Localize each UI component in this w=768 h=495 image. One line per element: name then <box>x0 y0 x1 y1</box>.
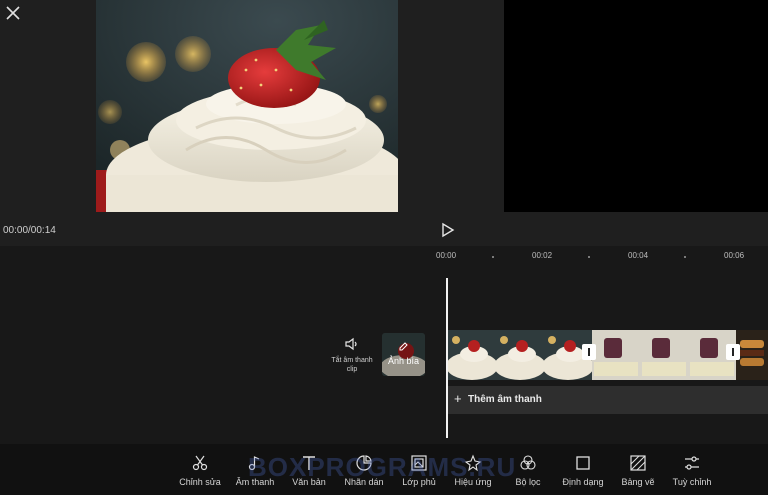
close-icon <box>6 6 20 20</box>
overlay-icon <box>411 455 427 471</box>
clip-frame <box>448 330 496 380</box>
close-button[interactable] <box>4 4 22 22</box>
bottom-toolbar: Chỉnh sửa Âm thanh Văn bản Nhãn dán Lớp … <box>0 444 768 495</box>
video-preview <box>96 0 398 212</box>
tool-label: Bảng vẽ <box>621 477 655 487</box>
sparkle-icon <box>464 454 482 472</box>
playhead[interactable] <box>446 278 448 438</box>
cover-label: Ảnh bìa <box>387 356 420 366</box>
edit-icon <box>399 342 408 351</box>
tool-text[interactable]: Văn bản <box>279 454 339 487</box>
tool-adjust[interactable]: Tuỳ chỉnh <box>662 454 722 487</box>
sticker-icon <box>356 455 372 471</box>
time-readout: 00:00/00:14 <box>3 225 56 236</box>
tool-filter[interactable]: Bộ lọc <box>498 454 558 487</box>
tool-label: Nhãn dán <box>344 477 384 487</box>
tool-effects[interactable]: Hiệu ứng <box>443 454 503 487</box>
tool-label: Văn bản <box>292 477 326 487</box>
cover-button[interactable]: Ảnh bìa <box>382 333 425 376</box>
tool-format[interactable]: Định dạng <box>553 454 613 487</box>
plus-icon: + <box>454 391 462 406</box>
clip-frame <box>640 330 688 380</box>
tool-label: Âm thanh <box>235 477 275 487</box>
tool-label: Chỉnh sửa <box>179 477 221 487</box>
tool-canvas[interactable]: Bảng vẽ <box>608 454 668 487</box>
cover-overlay <box>382 333 425 376</box>
clip-frame <box>736 330 768 380</box>
adjust-icon <box>685 456 699 470</box>
speaker-icon <box>345 337 357 351</box>
ruler-tick: 00:04 <box>628 251 649 260</box>
tool-label: Bộ lọc <box>515 477 541 487</box>
ruler-tick: 00:06 <box>724 251 745 260</box>
tool-sticker[interactable]: Nhãn dán <box>334 454 394 487</box>
format-icon <box>576 456 590 470</box>
mute-clip-button[interactable]: Tắt âm thanh clip <box>326 336 378 374</box>
transition-button[interactable] <box>582 344 596 360</box>
tool-audio[interactable]: Âm thanh <box>225 454 285 487</box>
add-audio-label: Thêm âm thanh <box>468 394 542 405</box>
tool-label: Lớp phủ <box>402 477 436 487</box>
video-clip-strip[interactable] <box>448 330 768 380</box>
tool-label: Định dạng <box>562 477 604 487</box>
mute-clip-label: Tắt âm thanh clip <box>331 357 373 373</box>
scissors-icon <box>192 455 208 471</box>
preview-canvas-area <box>504 0 768 212</box>
add-audio-button[interactable]: + Thêm âm thanh <box>448 386 768 414</box>
filter-icon <box>520 455 536 470</box>
ruler-tick: 00:02 <box>532 251 553 260</box>
tool-label: Hiệu ứng <box>454 477 492 487</box>
tool-label: Tuỳ chỉnh <box>672 477 712 487</box>
ruler-dot <box>492 256 494 258</box>
ruler-dot <box>588 256 590 258</box>
timeline-ruler: 00:00 00:02 00:04 00:06 <box>0 251 768 263</box>
clip-frame <box>496 330 544 380</box>
tool-overlay[interactable]: Lớp phủ <box>389 454 449 487</box>
music-note-icon <box>248 456 260 471</box>
canvas-icon <box>630 455 646 471</box>
ruler-tick: 00:00 <box>436 251 457 260</box>
ruler-dot <box>684 256 686 258</box>
clip-frame <box>592 330 640 380</box>
text-icon <box>303 456 315 470</box>
tool-edit[interactable]: Chỉnh sửa <box>170 454 230 487</box>
play-icon <box>442 222 455 238</box>
transition-button[interactable] <box>726 344 740 360</box>
play-button[interactable] <box>438 221 456 239</box>
